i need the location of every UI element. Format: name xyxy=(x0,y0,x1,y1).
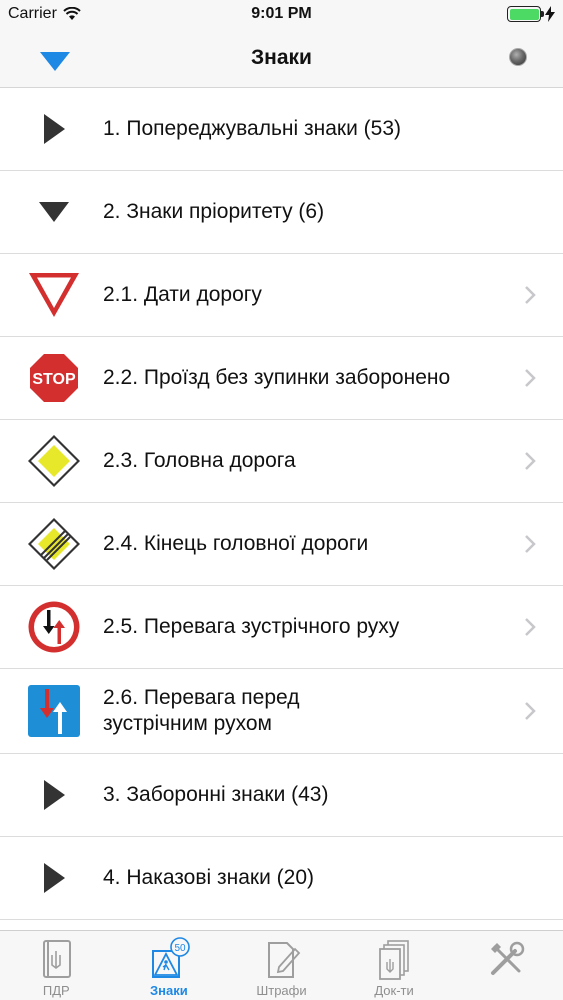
status-indicator-button[interactable] xyxy=(509,48,529,68)
chevron-right-icon xyxy=(525,452,536,470)
tab-signs[interactable]: 50 Знаки xyxy=(113,931,226,1000)
list-item-sign-2-5[interactable]: 2.5. Перевага зустрічного руху xyxy=(0,586,563,669)
status-time: 9:01 PM xyxy=(251,5,312,22)
status-bar: Carrier 9:01 PM xyxy=(0,0,563,30)
chevron-right-icon xyxy=(525,535,536,553)
rulebook-icon xyxy=(43,940,72,978)
main-road-sign-icon xyxy=(28,435,80,487)
list-item-label: 3. Заборонні знаки (43) xyxy=(103,783,329,806)
list-item-label: 2.6. Перевага перед зустрічним рухом xyxy=(103,686,300,735)
triangle-right-icon xyxy=(44,780,65,810)
list-item-label: 2.3. Головна дорога xyxy=(103,449,296,472)
list-item-label: 4. Наказові знаки (20) xyxy=(103,866,315,889)
tab-label: ПДР xyxy=(42,983,70,998)
tab-pdr[interactable]: ПДР xyxy=(0,931,113,1000)
tab-tools[interactable] xyxy=(450,931,563,1000)
tab-bar: ПДР 50 Знаки Штрафи Док-ти xyxy=(0,930,563,1000)
end-main-road-sign-icon xyxy=(28,518,80,570)
list-item-sign-2-6[interactable]: 2.6. Перевага перед зустрічним рухом xyxy=(0,669,563,754)
list-item-label: 2.5. Перевага зустрічного руху xyxy=(103,615,400,638)
list-item-sign-2-4[interactable]: 2.4. Кінець головної дороги xyxy=(0,503,563,586)
tab-fines[interactable]: Штрафи xyxy=(225,931,338,1000)
give-way-sign-icon xyxy=(29,273,79,317)
oncoming-priority-sign-icon xyxy=(28,601,80,653)
tools-icon xyxy=(490,941,524,975)
tab-badge: 50 xyxy=(174,943,186,954)
stop-sign-icon: STOP xyxy=(28,352,80,404)
list-item-prohibitory-signs[interactable]: 3. Заборонні знаки (43) xyxy=(0,754,563,837)
signs-list: 1. Попереджувальні знаки (53) 2. Знаки п… xyxy=(0,88,563,930)
tab-documents[interactable]: Док-ти xyxy=(338,931,451,1000)
triangle-down-icon xyxy=(39,202,69,222)
list-item-label: 2.4. Кінець головної дороги xyxy=(103,532,369,555)
list-item-label: 2. Знаки пріоритету (6) xyxy=(103,200,325,223)
document-pencil-icon xyxy=(268,942,301,978)
page-title: Знаки xyxy=(251,46,312,69)
list-item-mandatory-signs[interactable]: 4. Наказові знаки (20) xyxy=(0,837,563,920)
list-item-warning-signs[interactable]: 1. Попереджувальні знаки (53) xyxy=(0,88,563,171)
list-item-sign-2-1[interactable]: 2.1. Дати дорогу xyxy=(0,254,563,337)
stop-sign-text: STOP xyxy=(32,371,76,388)
pedestrian-sign-icon: 50 xyxy=(151,937,190,978)
list-item-sign-2-2[interactable]: STOP 2.2. Проїзд без зупинки заборонено xyxy=(0,337,563,420)
indicator-dot-icon xyxy=(509,48,527,66)
list-item-label: 2.2. Проїзд без зупинки заборонено xyxy=(103,366,451,389)
chevron-right-icon xyxy=(525,286,536,304)
battery-icon xyxy=(507,6,544,22)
list-item-sign-2-3[interactable]: 2.3. Головна дорога xyxy=(0,420,563,503)
list-item-label: 1. Попереджувальні знаки (53) xyxy=(103,117,401,140)
list-item-priority-signs[interactable]: 2. Знаки пріоритету (6) xyxy=(0,171,563,254)
triangle-right-icon xyxy=(44,863,65,893)
chevron-right-icon xyxy=(525,702,536,720)
triangle-right-icon xyxy=(44,114,65,144)
documents-stack-icon xyxy=(379,940,409,980)
nav-bar: Знаки xyxy=(0,30,563,88)
charging-bolt-icon xyxy=(545,6,555,22)
tab-label: Штрафи xyxy=(256,983,307,998)
tab-label: Знаки xyxy=(150,983,188,998)
list-item-label: 2.1. Дати дорогу xyxy=(103,283,262,306)
chevron-right-icon xyxy=(525,618,536,636)
tab-label: Док-ти xyxy=(374,983,414,998)
priority-over-oncoming-sign-icon xyxy=(28,685,80,737)
chevron-right-icon xyxy=(525,369,536,387)
